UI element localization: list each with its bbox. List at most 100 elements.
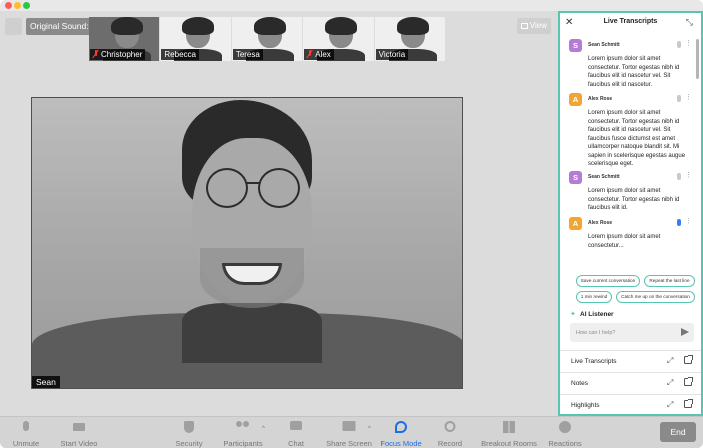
participant-tile[interactable]: Alex xyxy=(303,17,374,61)
send-icon[interactable] xyxy=(681,328,689,336)
pop-out-icon[interactable] xyxy=(684,377,693,386)
sparkle-icon: ✦ xyxy=(570,311,576,318)
chevron-up-icon[interactable]: ^ xyxy=(262,426,265,432)
reactions-button[interactable]: Reactions xyxy=(546,417,584,448)
reactions-label: Reactions xyxy=(548,439,582,448)
avatar: A xyxy=(569,217,582,230)
view-button[interactable]: View xyxy=(517,18,551,34)
section-highlights[interactable]: Highlights ⤢ xyxy=(560,394,701,416)
chip-rewind[interactable]: 1 min rewind xyxy=(576,291,612,303)
minimize-window-button[interactable] xyxy=(14,2,21,9)
scrollbar[interactable] xyxy=(696,39,699,79)
more-icon[interactable]: ⋮ xyxy=(685,171,692,179)
panel-title: Live Transcripts xyxy=(603,18,658,25)
participants-icon xyxy=(236,421,250,431)
speaker-glasses-left xyxy=(206,168,248,208)
chip-repeat-last-line[interactable]: Repeat the last line xyxy=(644,275,695,287)
zoom-window: Original Sound: On Christopher Rebecca T… xyxy=(0,0,703,448)
transcript-message: A Alex Rose ⋮ Lorem ipsum dolor sit amet… xyxy=(569,217,693,257)
expand-icon[interactable]: ⤢ xyxy=(667,400,673,410)
participant-tile[interactable]: Teresa xyxy=(231,17,303,61)
transcript-list[interactable]: S Sean Schmitt ⋮ Lorem ipsum dolor sit a… xyxy=(560,35,701,263)
focus-mode-icon xyxy=(395,421,407,433)
participant-thumbnails: Christopher Rebecca Teresa Alex Victoria xyxy=(89,17,446,61)
participant-hair xyxy=(111,17,143,35)
collapse-icon[interactable]: ⤡ xyxy=(686,17,693,28)
record-icon xyxy=(444,421,456,432)
participant-nametag: Teresa xyxy=(232,49,263,60)
suggestion-chips: Save current conversation Repeat the las… xyxy=(560,275,701,307)
participant-name: Rebecca xyxy=(164,50,196,59)
mic-icon xyxy=(677,173,681,180)
microphone-icon xyxy=(23,421,29,431)
speaker-name: Sean Schmitt xyxy=(588,42,620,48)
ai-listener-label: AI Listener xyxy=(580,311,614,318)
participant-nametag: Christopher xyxy=(90,49,146,60)
participant-nametag: Alex xyxy=(304,49,334,60)
info-button[interactable] xyxy=(5,18,22,35)
section-notes[interactable]: Notes ⤢ xyxy=(560,372,701,394)
video-area: Original Sound: On Christopher Rebecca T… xyxy=(0,11,558,416)
record-button[interactable]: Record xyxy=(434,417,466,448)
chip-save-conversation[interactable]: Save current conversation xyxy=(576,275,640,287)
participant-name: Christopher xyxy=(101,50,143,59)
focus-mode-button[interactable]: Focus Mode xyxy=(378,417,424,448)
section-label: Live Transcripts xyxy=(571,358,617,365)
participant-hair xyxy=(325,17,358,35)
speaker-name: Alex Rose xyxy=(588,96,613,102)
participants-button[interactable]: Participants xyxy=(220,417,266,448)
mic-icon xyxy=(677,95,681,102)
participant-name: Alex xyxy=(315,50,331,59)
section-live-transcripts[interactable]: Live Transcripts ⤢ xyxy=(560,350,701,372)
avatar: S xyxy=(569,39,582,52)
start-video-button[interactable]: Start Video xyxy=(56,417,102,448)
participant-nametag: Rebecca xyxy=(161,49,199,60)
expand-icon[interactable]: ⤢ xyxy=(667,356,673,366)
section-label: Highlights xyxy=(571,402,600,409)
participant-hair xyxy=(182,17,215,35)
grid-view-icon xyxy=(521,23,528,29)
mic-icon xyxy=(677,41,681,48)
pop-out-icon[interactable] xyxy=(684,399,693,408)
breakout-rooms-button[interactable]: Breakout Rooms xyxy=(478,417,540,448)
more-icon[interactable]: ⋮ xyxy=(685,217,692,225)
chevron-up-icon[interactable]: ^ xyxy=(368,426,371,432)
participant-hair xyxy=(253,17,286,35)
participant-tile[interactable]: Christopher xyxy=(89,17,160,61)
view-label: View xyxy=(529,21,547,30)
unmute-button[interactable]: Unmute xyxy=(4,417,48,448)
start-video-label: Start Video xyxy=(60,439,98,448)
share-screen-button[interactable]: Share Screen xyxy=(324,417,374,448)
participant-tile[interactable]: Rebecca xyxy=(160,17,231,61)
security-button[interactable]: Security xyxy=(172,417,206,448)
ai-ask-input[interactable] xyxy=(570,323,678,342)
section-label: Notes xyxy=(571,380,588,387)
unmute-label: Unmute xyxy=(12,439,40,448)
avatar: A xyxy=(569,93,582,106)
expand-icon[interactable]: ⤢ xyxy=(667,378,673,388)
smiley-icon xyxy=(559,421,571,433)
security-label: Security xyxy=(175,439,203,448)
live-transcripts-panel: ✕ Live Transcripts ⤡ S Sean Schmitt ⋮ Lo… xyxy=(558,11,703,416)
chat-button[interactable]: Chat xyxy=(282,417,310,448)
participant-hair xyxy=(396,17,429,35)
more-icon[interactable]: ⋮ xyxy=(685,39,692,47)
pop-out-icon[interactable] xyxy=(684,355,693,364)
maximize-window-button[interactable] xyxy=(23,2,30,9)
mic-active-icon xyxy=(677,219,681,226)
participant-tile[interactable]: Victoria xyxy=(374,17,446,61)
end-meeting-button[interactable]: End xyxy=(660,422,696,442)
message-text: Lorem ipsum dolor sit amet consectetur. … xyxy=(588,188,680,211)
breakout-rooms-label: Breakout Rooms xyxy=(481,439,537,448)
chip-catch-me-up[interactable]: Catch me up on the conversation xyxy=(616,291,695,303)
close-window-button[interactable] xyxy=(5,2,12,9)
participants-label: Participants xyxy=(223,439,263,448)
panel-header: ✕ Live Transcripts ⤡ xyxy=(560,13,701,35)
main-speaker-name: Sean xyxy=(32,376,60,388)
share-screen-icon xyxy=(342,421,356,431)
speaker-name: Alex Rose xyxy=(588,220,613,226)
more-icon[interactable]: ⋮ xyxy=(685,93,692,101)
speaker-glasses-right xyxy=(258,168,300,208)
video-camera-icon xyxy=(73,423,85,431)
record-label: Record xyxy=(437,439,463,448)
